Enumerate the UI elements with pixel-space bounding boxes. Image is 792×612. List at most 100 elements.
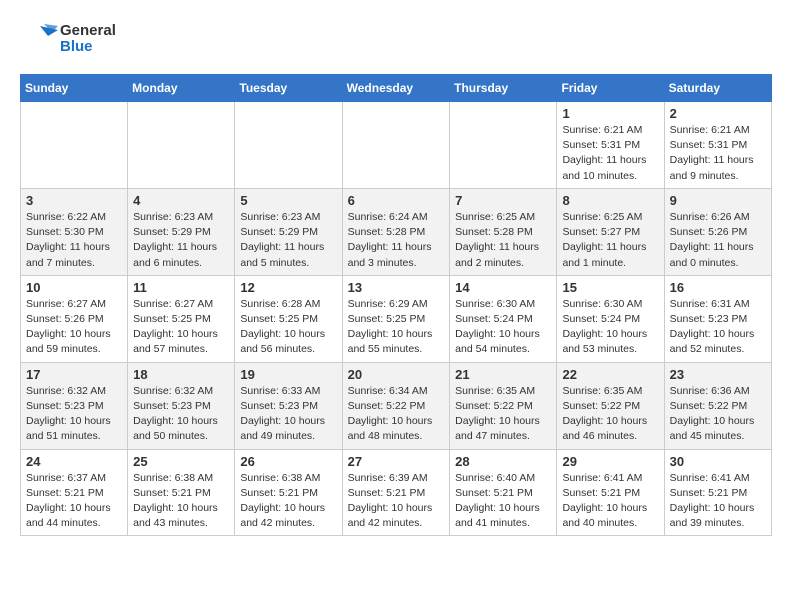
calendar-cell: 1 Sunrise: 6:21 AM Sunset: 5:31 PM Daylig… — [557, 102, 664, 189]
day-number: 21 — [455, 367, 551, 382]
calendar-cell: 20Sunrise: 6:34 AM Sunset: 5:22 PM Dayli… — [342, 362, 450, 449]
day-info: Sunrise: 6:40 AM Sunset: 5:21 PM Dayligh… — [455, 471, 551, 532]
day-number: 22 — [562, 367, 658, 382]
day-number: 16 — [670, 280, 766, 295]
calendar-week-2: 3 Sunrise: 6:22 AM Sunset: 5:30 PM Daylig… — [21, 188, 772, 275]
day-info: Sunrise: 6:29 AM Sunset: 5:25 PM Dayligh… — [348, 297, 445, 358]
calendar-cell: 12Sunrise: 6:28 AM Sunset: 5:25 PM Dayli… — [235, 275, 342, 362]
day-info: Sunrise: 6:28 AM Sunset: 5:25 PM Dayligh… — [240, 297, 336, 358]
day-info: Sunrise: 6:32 AM Sunset: 5:23 PM Dayligh… — [133, 384, 229, 445]
day-info: Sunrise: 6:21 AM Sunset: 5:31 PM Dayligh… — [562, 123, 658, 184]
calendar-cell: 3 Sunrise: 6:22 AM Sunset: 5:30 PM Daylig… — [21, 188, 128, 275]
day-info: Sunrise: 6:37 AM Sunset: 5:21 PM Dayligh… — [26, 471, 122, 532]
day-info: Sunrise: 6:23 AM Sunset: 5:29 PM Dayligh… — [133, 210, 229, 271]
calendar-header-row: SundayMondayTuesdayWednesdayThursdayFrid… — [21, 75, 772, 102]
day-info: Sunrise: 6:25 AM Sunset: 5:28 PM Dayligh… — [455, 210, 551, 271]
day-info: Sunrise: 6:27 AM Sunset: 5:25 PM Dayligh… — [133, 297, 229, 358]
logo-blue: Blue — [60, 39, 116, 56]
day-number: 30 — [670, 454, 766, 469]
day-info: Sunrise: 6:27 AM Sunset: 5:26 PM Dayligh… — [26, 297, 122, 358]
day-number: 28 — [455, 454, 551, 469]
calendar-cell: 14 Sunrise: 6:30 AM Sunset: 5:24 PM Dayli… — [450, 275, 557, 362]
calendar-cell: 22 Sunrise: 6:35 AM Sunset: 5:22 PM Dayli… — [557, 362, 664, 449]
calendar-cell: 11 Sunrise: 6:27 AM Sunset: 5:25 PM Dayli… — [128, 275, 235, 362]
day-number: 14 — [455, 280, 551, 295]
calendar-cell: 5Sunrise: 6:23 AM Sunset: 5:29 PM Daylig… — [235, 188, 342, 275]
day-info: Sunrise: 6:33 AM Sunset: 5:23 PM Dayligh… — [240, 384, 336, 445]
logo: General Blue — [20, 20, 116, 58]
weekday-header-thursday: Thursday — [450, 75, 557, 102]
calendar-cell: 2 Sunrise: 6:21 AM Sunset: 5:31 PM Daylig… — [664, 102, 771, 189]
weekday-header-wednesday: Wednesday — [342, 75, 450, 102]
calendar-cell: 15Sunrise: 6:30 AM Sunset: 5:24 PM Dayli… — [557, 275, 664, 362]
calendar-cell: 25Sunrise: 6:38 AM Sunset: 5:21 PM Dayli… — [128, 449, 235, 536]
day-number: 1 — [562, 106, 658, 121]
calendar-cell: 9 Sunrise: 6:26 AM Sunset: 5:26 PM Daylig… — [664, 188, 771, 275]
calendar-cell: 26 Sunrise: 6:38 AM Sunset: 5:21 PM Dayli… — [235, 449, 342, 536]
weekday-header-sunday: Sunday — [21, 75, 128, 102]
day-number: 19 — [240, 367, 336, 382]
day-info: Sunrise: 6:26 AM Sunset: 5:26 PM Dayligh… — [670, 210, 766, 271]
day-number: 15 — [562, 280, 658, 295]
calendar-cell — [235, 102, 342, 189]
day-info: Sunrise: 6:32 AM Sunset: 5:23 PM Dayligh… — [26, 384, 122, 445]
day-info: Sunrise: 6:30 AM Sunset: 5:24 PM Dayligh… — [455, 297, 551, 358]
day-number: 2 — [670, 106, 766, 121]
day-info: Sunrise: 6:23 AM Sunset: 5:29 PM Dayligh… — [240, 210, 336, 271]
day-info: Sunrise: 6:35 AM Sunset: 5:22 PM Dayligh… — [562, 384, 658, 445]
day-info: Sunrise: 6:24 AM Sunset: 5:28 PM Dayligh… — [348, 210, 445, 271]
calendar-cell: 19 Sunrise: 6:33 AM Sunset: 5:23 PM Dayli… — [235, 362, 342, 449]
calendar-week-5: 24Sunrise: 6:37 AM Sunset: 5:21 PM Dayli… — [21, 449, 772, 536]
calendar-cell: 10 Sunrise: 6:27 AM Sunset: 5:26 PM Dayli… — [21, 275, 128, 362]
day-number: 23 — [670, 367, 766, 382]
calendar-table: SundayMondayTuesdayWednesdayThursdayFrid… — [20, 74, 772, 536]
day-info: Sunrise: 6:36 AM Sunset: 5:22 PM Dayligh… — [670, 384, 766, 445]
calendar-cell: 17 Sunrise: 6:32 AM Sunset: 5:23 PM Dayli… — [21, 362, 128, 449]
calendar-cell: 28 Sunrise: 6:40 AM Sunset: 5:21 PM Dayli… — [450, 449, 557, 536]
logo-general: General — [60, 23, 116, 40]
day-info: Sunrise: 6:25 AM Sunset: 5:27 PM Dayligh… — [562, 210, 658, 271]
calendar-cell: 24Sunrise: 6:37 AM Sunset: 5:21 PM Dayli… — [21, 449, 128, 536]
day-info: Sunrise: 6:38 AM Sunset: 5:21 PM Dayligh… — [240, 471, 336, 532]
page-header: General Blue — [20, 20, 772, 58]
calendar-cell: 30 Sunrise: 6:41 AM Sunset: 5:21 PM Dayli… — [664, 449, 771, 536]
day-number: 20 — [348, 367, 445, 382]
calendar-cell: 21Sunrise: 6:35 AM Sunset: 5:22 PM Dayli… — [450, 362, 557, 449]
weekday-header-friday: Friday — [557, 75, 664, 102]
day-info: Sunrise: 6:21 AM Sunset: 5:31 PM Dayligh… — [670, 123, 766, 184]
day-number: 10 — [26, 280, 122, 295]
day-info: Sunrise: 6:41 AM Sunset: 5:21 PM Dayligh… — [670, 471, 766, 532]
day-number: 4 — [133, 193, 229, 208]
weekday-header-saturday: Saturday — [664, 75, 771, 102]
day-number: 29 — [562, 454, 658, 469]
calendar-cell — [21, 102, 128, 189]
day-number: 8 — [562, 193, 658, 208]
day-number: 3 — [26, 193, 122, 208]
logo-bird-icon — [20, 20, 58, 58]
calendar-cell — [128, 102, 235, 189]
calendar-cell: 16Sunrise: 6:31 AM Sunset: 5:23 PM Dayli… — [664, 275, 771, 362]
calendar-cell: 23 Sunrise: 6:36 AM Sunset: 5:22 PM Dayli… — [664, 362, 771, 449]
day-number: 9 — [670, 193, 766, 208]
day-info: Sunrise: 6:41 AM Sunset: 5:21 PM Dayligh… — [562, 471, 658, 532]
calendar-cell — [450, 102, 557, 189]
day-number: 13 — [348, 280, 445, 295]
calendar-cell: 13 Sunrise: 6:29 AM Sunset: 5:25 PM Dayli… — [342, 275, 450, 362]
day-number: 6 — [348, 193, 445, 208]
day-info: Sunrise: 6:22 AM Sunset: 5:30 PM Dayligh… — [26, 210, 122, 271]
day-number: 18 — [133, 367, 229, 382]
calendar-cell — [342, 102, 450, 189]
day-number: 11 — [133, 280, 229, 295]
day-number: 17 — [26, 367, 122, 382]
calendar-cell: 27 Sunrise: 6:39 AM Sunset: 5:21 PM Dayli… — [342, 449, 450, 536]
day-info: Sunrise: 6:39 AM Sunset: 5:21 PM Dayligh… — [348, 471, 445, 532]
day-number: 26 — [240, 454, 336, 469]
day-number: 27 — [348, 454, 445, 469]
calendar-cell: 8 Sunrise: 6:25 AM Sunset: 5:27 PM Daylig… — [557, 188, 664, 275]
day-info: Sunrise: 6:38 AM Sunset: 5:21 PM Dayligh… — [133, 471, 229, 532]
weekday-header-monday: Monday — [128, 75, 235, 102]
calendar-cell: 4 Sunrise: 6:23 AM Sunset: 5:29 PM Daylig… — [128, 188, 235, 275]
calendar-cell: 7Sunrise: 6:25 AM Sunset: 5:28 PM Daylig… — [450, 188, 557, 275]
calendar-cell: 18 Sunrise: 6:32 AM Sunset: 5:23 PM Dayli… — [128, 362, 235, 449]
calendar-week-1: 1 Sunrise: 6:21 AM Sunset: 5:31 PM Daylig… — [21, 102, 772, 189]
